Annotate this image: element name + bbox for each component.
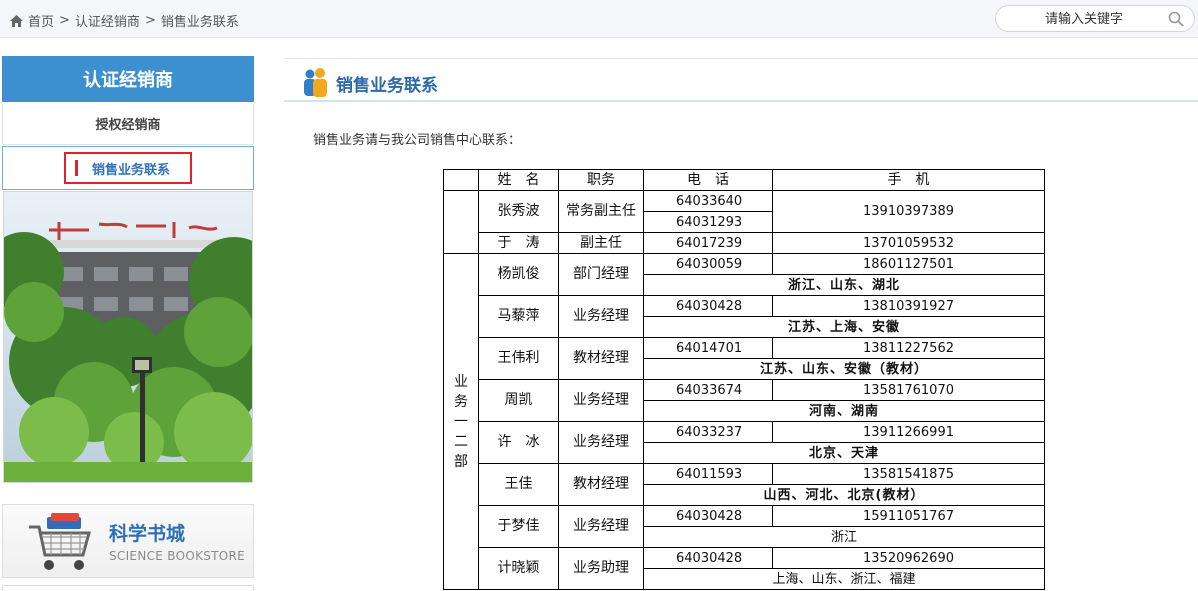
- bookstore-title: 科学书城: [109, 523, 186, 545]
- mobile-cell: 13581761070: [772, 379, 1045, 401]
- region-cell: 浙江、山东、湖北: [643, 274, 1045, 296]
- table-row: 王佳 教材经理 64011593 13581541875: [444, 463, 1045, 506]
- phone-cell: 64017239: [643, 232, 773, 254]
- phone-cell: 64031293: [643, 211, 773, 233]
- region-cell: 山西、河北、北京(教材）: [643, 484, 1045, 506]
- breadcrumb-level1[interactable]: 认证经销商: [75, 11, 140, 30]
- page-header: 销售业务联系: [284, 58, 1198, 102]
- sidebar-item-active-highlight: 销售业务联系: [64, 152, 192, 184]
- mobile-cell: 18601127501: [772, 253, 1045, 275]
- breadcrumb-home[interactable]: 首页: [28, 11, 54, 30]
- campus-photo: [3, 191, 253, 483]
- mobile-cell: 13701059532: [772, 232, 1045, 254]
- mobile-cell: 13811227562: [772, 337, 1045, 359]
- position-cell: 教材经理: [558, 337, 644, 380]
- header-cell: [443, 169, 479, 191]
- phone-cell: 64030428: [643, 295, 773, 317]
- table-row: 张秀波 常务副主任 64033640 13910397389: [443, 190, 1045, 254]
- position-cell: 业务经理: [558, 421, 644, 464]
- name-cell: 周凯: [478, 379, 559, 422]
- table-row: 马藜萍 业务经理 64030428 13810391927: [444, 295, 1045, 338]
- mobile-cell: 13911266991: [772, 421, 1045, 443]
- region-cell: 北京、天津: [643, 442, 1045, 464]
- sidebar-item-sales-contact[interactable]: 销售业务联系: [2, 146, 254, 190]
- header-cell-name: 姓 名: [478, 169, 559, 191]
- table-header-row: 姓 名 职务 电 话 手 机: [443, 169, 1045, 191]
- table-row: 许 冰 业务经理 64033237 13911266991: [444, 421, 1045, 464]
- region-cell: 江苏、山东、安徽（教材）: [643, 358, 1045, 380]
- table-row: 于梦佳 业务经理 64030428 15911051767: [444, 505, 1045, 548]
- mobile-cell: 15911051767: [772, 505, 1045, 527]
- name-cell: 许 冰: [478, 421, 559, 464]
- people-icon: [304, 68, 327, 97]
- table-row: 周凯 业务经理 64033674 13581761070: [444, 379, 1045, 422]
- position-cell: 业务经理: [558, 379, 644, 422]
- phone-cell: 64033640: [643, 190, 773, 212]
- breadcrumb: 首页 > 认证经销商 > 销售业务联系: [10, 11, 239, 30]
- dept-cell: 业务一二部: [443, 253, 479, 590]
- page-title: 销售业务联系: [336, 76, 438, 96]
- mobile-cell: 13581541875: [772, 463, 1045, 485]
- mobile-cell: 13520962690: [772, 547, 1045, 569]
- name-cell: 计晓颖: [478, 547, 559, 590]
- name-cell: 马藜萍: [478, 295, 559, 338]
- position-cell: 常务副主任: [558, 190, 644, 233]
- phone-cell: 64033237: [643, 421, 773, 443]
- name-cell: 杨凯俊: [478, 253, 559, 296]
- region-cell: 上海、山东、浙江、福建: [643, 568, 1045, 590]
- breadcrumb-current: 销售业务联系: [160, 15, 239, 30]
- position-cell: 副主任: [558, 232, 644, 254]
- sidebar-item-label: 销售业务联系: [91, 162, 170, 178]
- sidebar-next-block: [2, 585, 254, 591]
- contact-table: 姓 名 职务 电 话 手 机 张秀波 常务副主任 64033640 139103…: [443, 169, 1045, 590]
- region-cell: 江苏、上海、安徽: [643, 316, 1045, 338]
- table-row: 计晓颖 业务助理 64030428 13520962690: [444, 547, 1045, 590]
- dept-cell: [443, 190, 479, 254]
- header-cell-position: 职务: [558, 169, 644, 191]
- search-input[interactable]: [1004, 9, 1164, 29]
- campus-photo-image: [4, 192, 252, 482]
- table-row: 于 涛 副主任 64017239 13701059532: [444, 232, 1045, 254]
- sidebar-heading: 认证经销商: [2, 56, 254, 102]
- phone-cell: 64033674: [643, 379, 773, 401]
- name-cell: 张秀波: [478, 190, 559, 233]
- home-icon: [10, 14, 23, 27]
- region-cell: 浙江: [643, 526, 1045, 548]
- phone-cell: 64030428: [643, 547, 773, 569]
- position-cell: 业务经理: [558, 505, 644, 548]
- phone-cell: 64030059: [643, 253, 773, 275]
- phone-cell: 64030428: [643, 505, 773, 527]
- mobile-cell: 13910397389: [772, 190, 1045, 233]
- sidebar-item-authorized-dealers[interactable]: 授权经销商: [2, 103, 254, 145]
- shopping-cart-icon: [29, 513, 91, 570]
- region-cell: 河南、湖南: [643, 400, 1045, 422]
- search-icon[interactable]: [1168, 11, 1184, 27]
- top-bar: 首页 > 认证经销商 > 销售业务联系: [0, 0, 1198, 38]
- active-marker: [75, 160, 78, 176]
- phone-cell: 64011593: [643, 463, 773, 485]
- position-cell: 教材经理: [558, 463, 644, 506]
- name-cell: 于梦佳: [478, 505, 559, 548]
- header-cell-mobile: 手 机: [772, 169, 1045, 191]
- table-row: 王伟利 教材经理 64014701 13811227562: [444, 337, 1045, 380]
- name-cell: 王佳: [478, 463, 559, 506]
- name-cell: 王伟利: [478, 337, 559, 380]
- header-cell-phone: 电 话: [643, 169, 773, 191]
- dept-label: 业务一二部: [454, 373, 468, 470]
- position-cell: 业务经理: [558, 295, 644, 338]
- breadcrumb-separator: >: [59, 13, 70, 28]
- mobile-cell: 13810391927: [772, 295, 1045, 317]
- search-box: [995, 5, 1195, 32]
- phone-cell: 64014701: [643, 337, 773, 359]
- intro-text: 销售业务请与我公司销售中心联系：: [313, 133, 522, 148]
- table-row: 业务一二部 杨凯俊 部门经理 64030059 18601127501: [443, 253, 1045, 590]
- position-cell: 部门经理: [558, 253, 644, 296]
- breadcrumb-separator: >: [144, 13, 156, 28]
- name-cell: 于 涛: [478, 232, 559, 254]
- contact-table-wrapper: 姓 名 职务 电 话 手 机 张秀波 常务副主任 64033640 139103…: [443, 169, 1045, 590]
- position-cell: 业务助理: [558, 547, 644, 590]
- science-bookstore-banner[interactable]: 科学书城 SCIENCE BOOKSTORE: [2, 504, 254, 578]
- bookstore-subtitle: SCIENCE BOOKSTORE: [109, 549, 246, 563]
